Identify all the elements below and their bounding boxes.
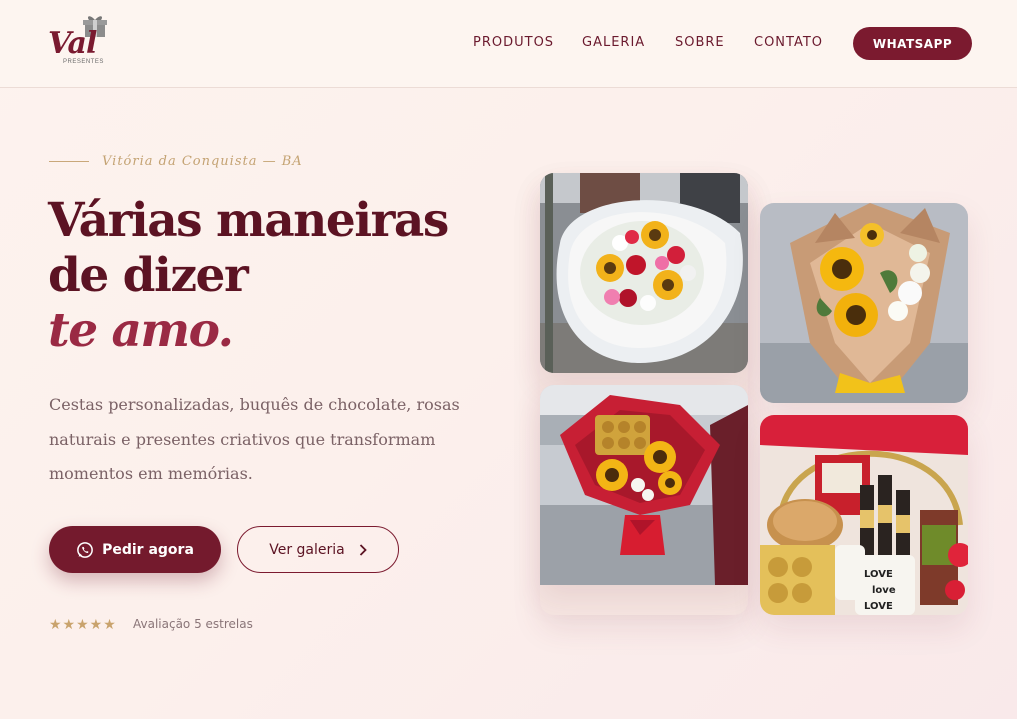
description-line: naturais e presentes criativos que trans…: [49, 429, 436, 449]
gallery-photo-sunflower-kraft[interactable]: [760, 203, 968, 403]
sunflower-kraft-bouquet-photo: [760, 203, 968, 403]
whatsapp-button[interactable]: WHATSAPP: [853, 27, 972, 60]
hero-title-line-1: Várias maneiras: [48, 193, 449, 248]
order-now-button[interactable]: Pedir agora: [49, 526, 221, 573]
rating-label: Avaliação 5 estrelas: [133, 617, 253, 631]
svg-text:LOVE: LOVE: [864, 569, 893, 580]
hero-title-line-3: te amo.: [48, 303, 234, 358]
brand-logo[interactable]: Val PRESENTES: [46, 14, 110, 70]
nav-contato[interactable]: CONTATO: [754, 35, 823, 51]
svg-text:love: love: [872, 585, 896, 596]
description-line: momentos em memórias.: [49, 464, 253, 483]
hero-title-line-2: de dizer: [48, 248, 249, 303]
view-gallery-label: Ver galeria: [269, 541, 345, 558]
chocolate-sunflower-bouquet-photo: [540, 385, 748, 585]
nav-sobre[interactable]: SOBRE: [675, 35, 725, 51]
site-header: Val PRESENTES PRODUTOS GALERIA SOBRE CON…: [0, 0, 1017, 88]
eyebrow-divider: [49, 161, 89, 162]
sunflower-rose-bouquet-photo: [540, 173, 748, 373]
order-now-label: Pedir agora: [102, 541, 194, 558]
hero-description: Cestas personalizadas, buquês de chocola…: [49, 388, 460, 492]
svg-text:LOVE: LOVE: [864, 601, 893, 612]
gift-basket-photo: LOVE love LOVE: [760, 415, 968, 615]
gallery-photo-sunflower-roses[interactable]: [540, 173, 748, 373]
logo-wordmark: Val: [48, 26, 97, 61]
view-gallery-button[interactable]: Ver galeria: [237, 526, 399, 573]
chevron-right-icon: [359, 543, 367, 556]
whatsapp-icon: [77, 541, 93, 558]
nav-galeria[interactable]: GALERIA: [582, 35, 645, 51]
nav-produtos[interactable]: PRODUTOS: [473, 35, 554, 51]
logo-subtitle: PRESENTES: [63, 59, 104, 65]
description-line: Cestas personalizadas, buquês de chocola…: [49, 395, 460, 414]
rating-stars: ★★★★★: [49, 616, 117, 632]
location-eyebrow: Vitória da Conquista — BA: [102, 154, 303, 169]
gallery-photo-chocolate-bouquet[interactable]: [540, 385, 748, 585]
gallery-photo-gift-basket[interactable]: LOVE love LOVE: [760, 415, 968, 615]
